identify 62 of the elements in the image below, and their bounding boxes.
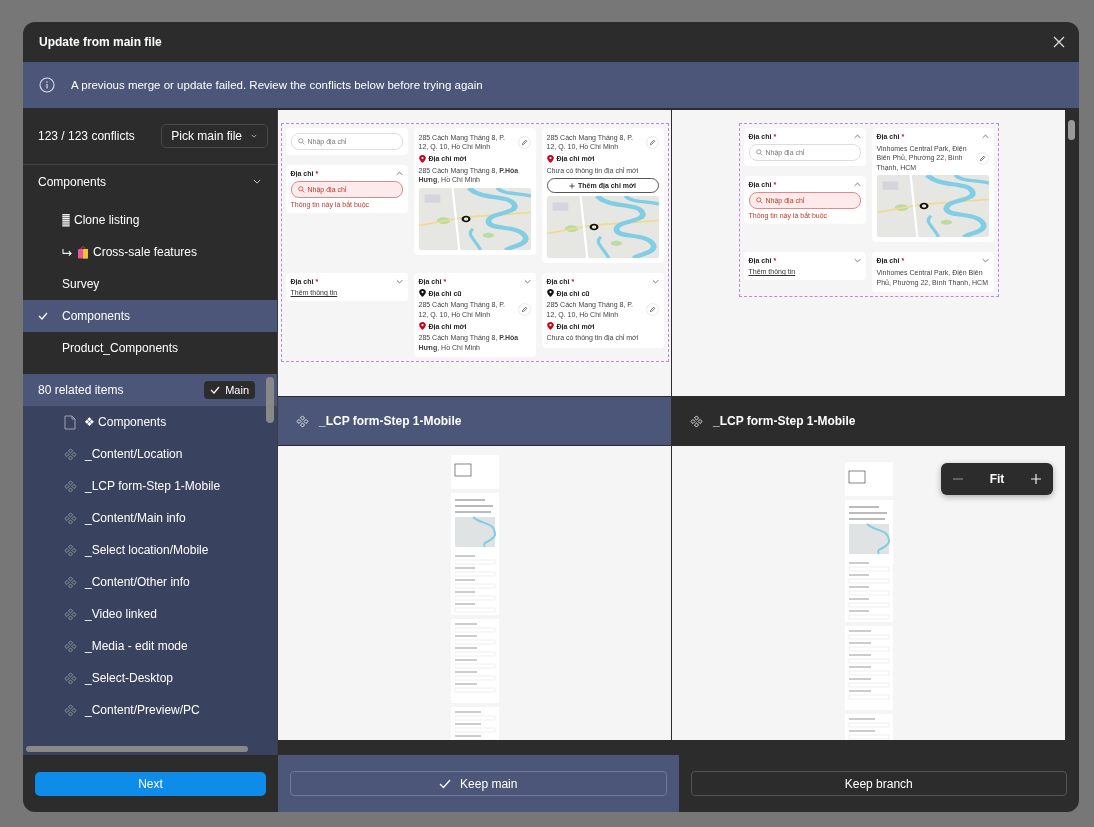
section-label: Components: [38, 174, 107, 189]
file-icon: [64, 414, 76, 430]
close-icon[interactable]: [1053, 36, 1065, 48]
related-item[interactable]: _Select location/Mobile: [23, 534, 277, 566]
warning-message: A previous merge or update failed. Review the conflicts below before trying again: [71, 79, 483, 91]
component-icon: [64, 671, 77, 685]
pencil-icon[interactable]: [645, 303, 659, 317]
component-icon: [64, 543, 77, 557]
related-item[interactable]: _Select-Desktop: [23, 662, 277, 694]
related-item[interactable]: _Content/Location: [23, 438, 277, 470]
caret-icon: [251, 134, 257, 138]
component-icon: [64, 639, 77, 653]
search-icon: [297, 185, 305, 193]
check-icon: [210, 386, 221, 394]
component-icon: [64, 479, 77, 493]
conflict-count: 123 / 123 conflicts: [38, 129, 135, 143]
related-item[interactable]: ❖ Components: [23, 406, 277, 438]
window-title: Update from main file: [39, 35, 162, 49]
page-item[interactable]: Clone listing: [23, 204, 277, 236]
branch-badge[interactable]: Main: [204, 381, 255, 399]
fit-button[interactable]: Fit: [989, 472, 1005, 486]
check-icon: [38, 312, 48, 320]
file-picker-dropdown[interactable]: Pick main file: [161, 124, 268, 148]
check-icon: [439, 778, 452, 789]
scrollbar[interactable]: [266, 377, 274, 423]
page-item[interactable]: Survey: [23, 268, 277, 300]
plus-icon[interactable]: [1030, 473, 1042, 485]
component-icon: [64, 575, 77, 589]
keep-button[interactable]: Keep main: [290, 771, 667, 796]
related-item[interactable]: _Media - edit mode: [23, 630, 277, 662]
info-icon: [39, 77, 55, 93]
component-icon: [64, 607, 77, 621]
keep-button[interactable]: Keep branch: [690, 771, 1067, 796]
component-icon: [64, 511, 77, 525]
pencil-icon[interactable]: [645, 135, 659, 149]
component-icon: [64, 447, 77, 461]
search-icon: [755, 197, 763, 204]
search-icon: [755, 149, 763, 156]
pencil-icon[interactable]: [517, 135, 531, 149]
component-icon: [690, 414, 703, 428]
search-icon: [297, 137, 305, 145]
related-item[interactable]: _Content/Other info: [23, 566, 277, 598]
page-item[interactable]: Components: [23, 300, 277, 332]
component-icon: [296, 414, 309, 428]
page-item[interactable]: Cross-sale features: [23, 236, 277, 268]
related-item[interactable]: _Video linked: [23, 598, 277, 630]
frame-header[interactable]: _LCP form-Step 1-Mobile: [278, 397, 671, 445]
related-item[interactable]: _Content/Preview/PC: [23, 694, 277, 726]
return-arrow-icon: [62, 247, 73, 257]
shopping-bag-icon: [77, 245, 89, 259]
page-item[interactable]: Product_Components: [23, 332, 277, 364]
plus-icon: [569, 182, 576, 189]
scrollbar[interactable]: [1068, 120, 1075, 140]
related-item[interactable]: _LCP form-Step 1-Mobile: [23, 470, 277, 502]
pencil-icon[interactable]: [517, 303, 531, 317]
component-icon: [64, 703, 77, 717]
related-items-count: 80 related items: [38, 383, 124, 397]
related-item[interactable]: _Content/Main info: [23, 502, 277, 534]
scrollbar[interactable]: [26, 746, 248, 752]
pencil-icon[interactable]: [975, 151, 989, 165]
next-button[interactable]: Next: [35, 771, 266, 796]
striped-block-icon: [62, 213, 70, 227]
